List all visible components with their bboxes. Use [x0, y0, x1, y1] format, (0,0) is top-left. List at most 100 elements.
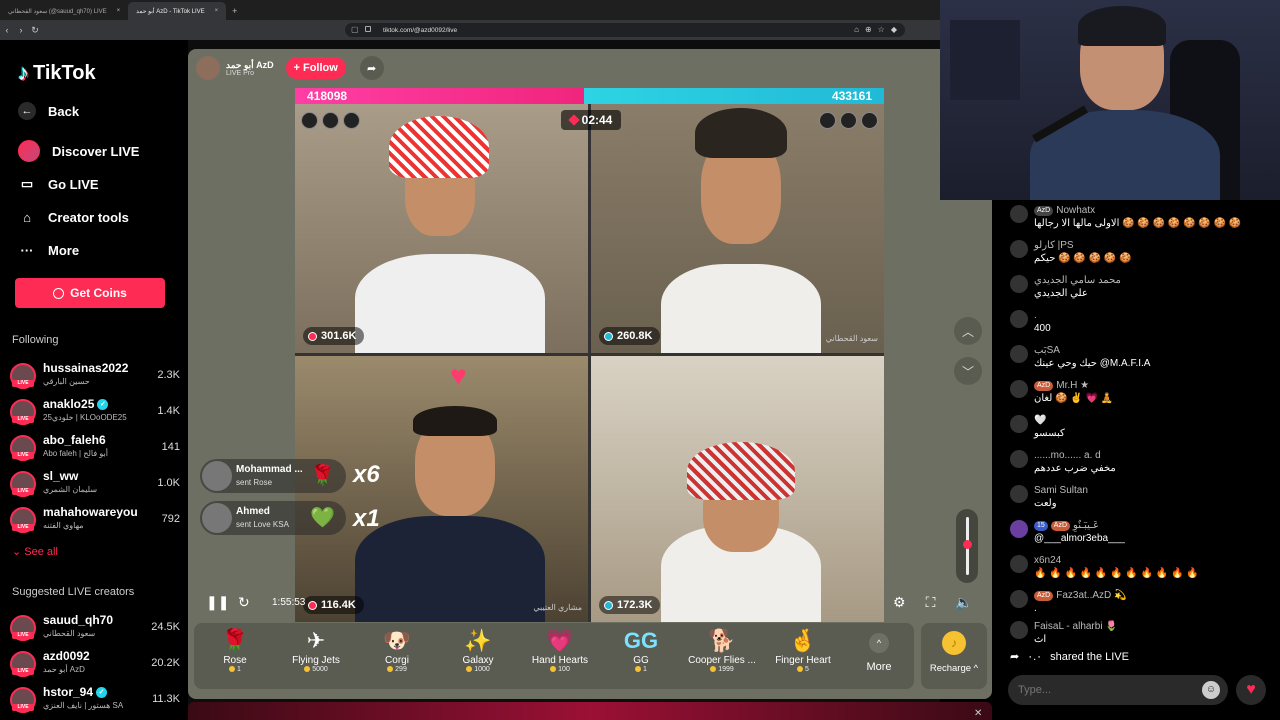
chat-user[interactable]: 15 AzD عَـيبٓـنٌوِ — [1034, 520, 1099, 531]
refresh-icon[interactable]: ↻ — [238, 594, 250, 611]
address-bar[interactable]: ▢ tiktok.com/@azd0092/live ⌂ ⊕ ☆ ◆ — [345, 23, 905, 37]
chat-user[interactable]: ......mo...... a. d — [1034, 450, 1101, 461]
gifter-avatar[interactable] — [819, 112, 836, 129]
new-tab-button[interactable]: + — [226, 2, 243, 20]
chat-user[interactable]: AzD Faz3at..AzD 💫 — [1034, 590, 1126, 601]
suggested-item[interactable]: LIVE sauud_qh70 سعود القحطاني 24.5K — [10, 613, 180, 643]
nav-label: Go LIVE — [48, 176, 99, 192]
video-cell-4[interactable]: 172.3K — [591, 356, 884, 622]
avatar[interactable] — [1010, 450, 1028, 468]
chat-user[interactable]: AzD Mr.H ★ — [1034, 380, 1089, 391]
avatar[interactable] — [1010, 485, 1028, 503]
avatar[interactable] — [1010, 205, 1028, 223]
gifter-avatar[interactable] — [861, 112, 878, 129]
gift-hand-hearts[interactable]: 💗 Hand Hearts 100 — [525, 627, 595, 673]
chat-user[interactable]: محمد سامي الجديدي — [1034, 275, 1121, 286]
nav-creator-tools[interactable]: ⌂ Creator tools — [18, 208, 129, 226]
translate-icon[interactable]: ⌂ — [854, 25, 859, 34]
video-cell-1[interactable]: 301.6K — [295, 104, 588, 353]
suggested-item[interactable]: LIVE hstor_94 ✓ هستور | نايف العنزي SA 11.3K — [10, 685, 180, 715]
site-info-icon[interactable] — [365, 26, 371, 32]
gift-rose[interactable]: 🌹 Rose 1 — [200, 627, 270, 673]
nav-back[interactable]: ← Back — [18, 102, 79, 120]
see-all-link[interactable]: ⌄ See all — [12, 545, 58, 558]
fullscreen-icon[interactable]: ⛶ — [926, 594, 936, 611]
host-info[interactable]: أبو حمد AzD LIVE Pro — [226, 60, 274, 77]
tab-title: أبو حمد AzD - TikTok LIVE — [136, 8, 205, 15]
nav-discover-live[interactable]: Discover LIVE — [18, 140, 139, 162]
browser-tab-active[interactable]: أبو حمد AzD - TikTok LIVE × — [128, 2, 227, 20]
reload-icon[interactable]: ↻ — [28, 25, 42, 36]
back-arrow-icon[interactable]: ‹ — [0, 25, 14, 35]
tiktok-note-icon: ♪ — [18, 60, 29, 85]
share-icon[interactable]: ➦ — [359, 56, 384, 80]
avatar[interactable] — [1010, 240, 1028, 258]
avatar[interactable] — [1010, 415, 1028, 433]
volume-icon[interactable]: 🔈 — [955, 594, 972, 611]
chat-user[interactable]: كارلو |PS — [1034, 240, 1074, 251]
gift-cooper-flies[interactable]: 🐕 Cooper Flies ... 1999 — [687, 627, 757, 673]
volume-slider[interactable] — [956, 509, 978, 583]
chat-user[interactable]: بَبSA — [1034, 345, 1060, 356]
extension-icon[interactable]: ◆ — [891, 25, 897, 34]
more-label: More — [866, 661, 892, 673]
close-tab-icon[interactable]: × — [117, 8, 121, 14]
follow-button[interactable]: + Follow — [285, 57, 346, 79]
avatar[interactable] — [1010, 310, 1028, 328]
chat-user[interactable]: . — [1034, 310, 1037, 321]
avatar[interactable] — [1010, 520, 1028, 538]
gift-gg[interactable]: GG GG 1 — [606, 627, 676, 673]
gifter-avatar[interactable] — [840, 112, 857, 129]
chevron-up-icon[interactable]: ︿ — [954, 317, 982, 345]
chat-user[interactable]: 🤍 — [1034, 415, 1046, 426]
video-cell-2[interactable]: 260.8K سعود القحطاني — [591, 104, 884, 353]
browser-tab[interactable]: سعود القحطاني (@sauud_qh70) LIVE × — [0, 2, 128, 20]
star-icon[interactable]: ☆ — [878, 25, 885, 34]
avatar[interactable] — [1010, 345, 1028, 363]
hair — [695, 108, 787, 158]
chat-user[interactable]: FaisaL - alharbi 🌷 — [1034, 621, 1118, 632]
get-coins-button[interactable]: Get Coins — [15, 278, 165, 308]
gift-finger-heart[interactable]: 🤞 Finger Heart 5 — [768, 627, 838, 673]
browser-tabbar: سعود القحطاني (@sauud_qh70) LIVE × أبو حم… — [0, 0, 940, 20]
chat-input[interactable] — [1008, 675, 1228, 705]
avatar[interactable] — [1010, 590, 1028, 608]
settings-icon[interactable]: ⚙ — [893, 594, 906, 611]
gift-flying-jets[interactable]: ✈ Flying Jets 5000 — [281, 627, 351, 673]
following-item[interactable]: LIVE sl_ww سليمان الشمري 1.0K — [10, 469, 180, 499]
close-icon[interactable]: ✕ — [974, 708, 982, 719]
close-tab-icon[interactable]: × — [215, 8, 219, 14]
nav-go-live[interactable]: ▭ Go LIVE — [18, 175, 99, 193]
following-item[interactable]: LIVE mahahowareyou مهاوي الفتنه 792 — [10, 505, 180, 535]
avatar[interactable] — [1010, 275, 1028, 293]
following-item[interactable]: LIVE abo_faleh6 Abo faleh | أبو فالح 141 — [10, 433, 180, 463]
gift-galaxy[interactable]: ✨ Galaxy 1000 — [443, 627, 513, 673]
nav-more[interactable]: ··· More — [18, 241, 80, 259]
chat-user[interactable]: x6n24 — [1034, 555, 1061, 566]
gifter-avatar[interactable] — [343, 112, 360, 129]
host-avatar[interactable] — [196, 56, 220, 80]
suggested-item[interactable]: LIVE azd0092 أبو حمد AzD 20.2K — [10, 649, 180, 679]
gift-corgi[interactable]: 🐶 Corgi 299 — [362, 627, 432, 673]
coin-icon — [53, 287, 65, 299]
following-item[interactable]: LIVE hussainas2022 حسين البارقي 2.3K — [10, 361, 180, 391]
emoji-icon[interactable]: ☺ — [1202, 681, 1220, 699]
bookmark-icon[interactable]: ▢ — [351, 25, 359, 34]
zoom-icon[interactable]: ⊕ — [865, 25, 872, 34]
avatar[interactable] — [1010, 555, 1028, 573]
following-item[interactable]: LIVE anaklo25 ✓ خلودي25 | KLOoODE25 1.4K — [10, 397, 180, 427]
gifter-avatar[interactable] — [322, 112, 339, 129]
recharge-button[interactable]: ♪ Recharge ^ — [921, 623, 987, 689]
volume-knob[interactable] — [963, 539, 972, 549]
avatar[interactable] — [1010, 621, 1028, 639]
like-heart-icon[interactable]: ♥ — [1236, 675, 1266, 705]
tiktok-logo[interactable]: ♪ TikTok — [18, 60, 96, 86]
avatar[interactable] — [1010, 380, 1028, 398]
gifter-avatar[interactable] — [301, 112, 318, 129]
forward-arrow-icon[interactable]: › — [14, 25, 28, 35]
chat-user[interactable]: Sami Sultan — [1034, 485, 1088, 496]
chevron-down-icon[interactable]: ﹀ — [954, 357, 982, 385]
more-gifts-button[interactable]: ^ More — [854, 633, 904, 673]
chat-user[interactable]: AzD Nowhatx — [1034, 205, 1095, 216]
pause-icon[interactable]: ❚❚ — [206, 594, 229, 611]
